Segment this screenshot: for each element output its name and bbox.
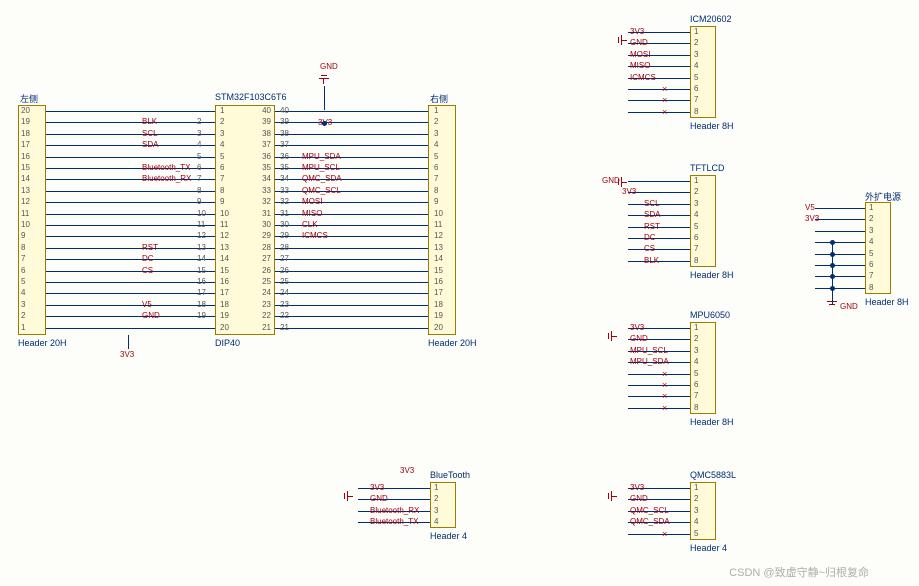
qmc-bottom: Header 4 bbox=[690, 543, 727, 553]
gnd-icon bbox=[317, 72, 331, 84]
qmc-title: QMC5883L bbox=[690, 470, 736, 480]
right-header-bottom: Header 20H bbox=[428, 338, 477, 348]
wire bbox=[128, 335, 129, 349]
tftlcd-bottom: Header 8H bbox=[690, 270, 734, 280]
wire bbox=[324, 86, 325, 110]
mpu-bottom: Header 8H bbox=[690, 417, 734, 427]
bt-title: BlueTooth bbox=[430, 470, 470, 480]
tftlcd-title: TFTLCD bbox=[690, 163, 725, 173]
net-gnd-top: GND bbox=[320, 62, 338, 71]
net-3v3-bl: 3V3 bbox=[120, 350, 134, 359]
icm-title: ICM20602 bbox=[690, 14, 732, 24]
watermark: CSDN @致虚守静~归根复命 bbox=[729, 564, 869, 580]
pwr-bottom: Header 8H bbox=[865, 297, 909, 307]
right-header-title: 右侧 bbox=[430, 92, 448, 105]
dip40-bottom: DIP40 bbox=[215, 338, 240, 348]
bt-bottom: Header 4 bbox=[430, 531, 467, 541]
left-header-title: 左侧 bbox=[20, 92, 38, 105]
dip40-title: STM32F103C6T6 bbox=[215, 92, 287, 102]
mpu-title: MPU6050 bbox=[690, 310, 730, 320]
junction bbox=[322, 121, 327, 126]
icm-bottom: Header 8H bbox=[690, 121, 734, 131]
left-header-bottom: Header 20H bbox=[18, 338, 67, 348]
